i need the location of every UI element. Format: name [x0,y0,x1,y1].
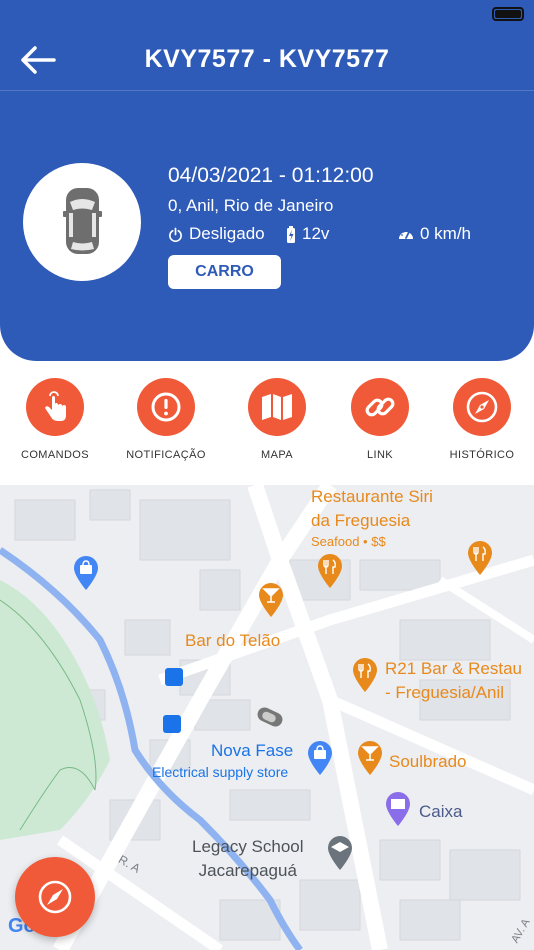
action-comandos-label: COMANDOS [21,449,89,461]
speed-status: 0 km/h [398,224,471,244]
compass-fab-button[interactable] [15,857,95,937]
poi-nova-fase-sub: Electrical supply store [152,764,289,780]
poi-nova-fase[interactable]: Nova Fase [211,741,293,761]
poi-r21-bar-name2: - Freguesia/Anil [385,683,505,702]
action-historico-circle [453,378,511,436]
page-title: KVY7577 - KVY7577 [144,45,390,73]
restaurant-pin-icon [353,658,377,692]
restaurant-pin-icon [468,541,492,575]
speed-label: 0 km/h [420,224,472,243]
poi-r21-bar[interactable]: R21 Bar & Restau - Freguesia/Anil [385,657,522,705]
atm-pin-icon [386,792,410,826]
poi-restaurante-siri-sub: Seafood • $$ [311,534,386,549]
vehicle-address: 0, Anil, Rio de Janeiro [168,196,334,215]
action-link[interactable]: LINK [325,378,435,461]
navigation-bar: KVY7577 - KVY7577 [0,28,534,91]
last-update-datetime: 04/03/2021 - 01:12:00 [168,164,374,187]
action-bar: COMANDOS NOTIFICAÇÃO MAPA LINK HISTÓRICO [0,378,534,470]
bar-pin-icon [358,741,382,775]
compass-icon [38,880,72,914]
link-icon [365,397,395,417]
battery-icon [492,7,524,21]
shopping-pin-icon [308,741,332,775]
ignition-label: Desligado [189,224,265,243]
vehicle-status-row: Desligado 12v 0 km/h [168,224,508,244]
battery-charge-icon [287,225,295,243]
bar-pin-icon [259,583,283,617]
poi-legacy-school[interactable]: Legacy School Jacarepaguá [192,835,304,883]
vehicle-type-button[interactable]: CARRO [168,255,281,289]
action-link-circle [351,378,409,436]
power-icon [169,227,182,242]
car-icon [63,188,102,254]
ignition-status: Desligado [168,224,265,244]
poi-soulbrado[interactable]: Soulbrado [389,752,467,772]
action-comandos[interactable]: COMANDOS [0,378,110,461]
vehicle-avatar [23,163,141,281]
action-notificacao-label: NOTIFICAÇÃO [126,449,206,461]
poi-restaurante-siri-name: Restaurante Siri [311,487,433,506]
speedometer-icon [399,229,413,239]
poi-restaurante-siri-name2: da Freguesia [311,511,411,530]
action-link-label: LINK [366,449,394,461]
poi-bar-do-telao[interactable]: Bar do Telão [185,631,280,651]
action-mapa-circle [248,378,306,436]
action-historico-label: HISTÓRICO [449,449,515,461]
school-pin-icon [328,836,352,870]
poi-r21-bar-name: R21 Bar & Restau [385,659,523,678]
map-icon [262,394,292,420]
voltage-status: 12v [286,224,329,244]
action-historico[interactable]: HISTÓRICO [427,378,534,461]
hand-tap-icon [45,391,66,421]
vehicle-marker-icon[interactable] [252,707,286,733]
compass-icon [466,391,498,423]
restaurant-pin-icon [318,554,342,588]
action-notificacao-circle [137,378,195,436]
poi-restaurante-siri[interactable]: Restaurante Siri da Freguesia Seafood • … [311,485,433,551]
bus-stop-icon[interactable] [163,715,181,733]
shopping-pin-icon [74,556,98,590]
poi-legacy-school-name2: Jacarepaguá [198,861,297,880]
alert-icon [151,392,181,422]
voltage-label: 12v [302,224,330,243]
bus-stop-icon[interactable] [165,668,183,686]
poi-caixa[interactable]: Caixa [419,802,462,822]
action-mapa-label: MAPA [261,449,293,461]
vehicle-header: KVY7577 - KVY7577 04/03/2021 - 01:12:00 … [0,0,534,361]
action-comandos-circle [26,378,84,436]
action-mapa[interactable]: MAPA [222,378,332,461]
action-notificacao[interactable]: NOTIFICAÇÃO [111,378,221,461]
poi-legacy-school-name: Legacy School [192,837,304,856]
